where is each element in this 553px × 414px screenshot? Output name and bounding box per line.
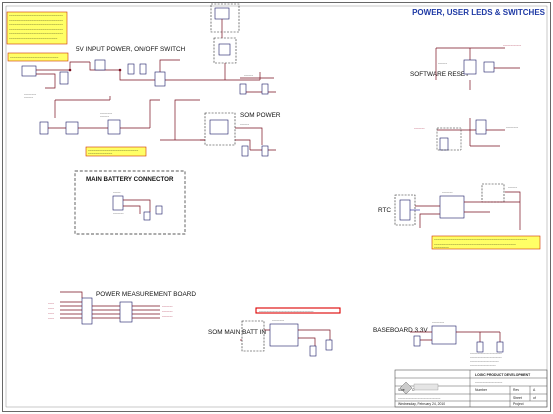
highlight-warning-box: ~~~~~~~~~~~~~~~~~~~~~~~~~~~~~~~~~~~~: [255, 307, 341, 314]
sheet-title: POWER, USER LEDS & SWITCHES: [412, 8, 546, 17]
svg-text:~~~~~~~~~~~~~~~~~~~: ~~~~~~~~~~~~~~~~~~~: [470, 360, 499, 363]
svg-text:~~~~~~~~~~~~~~~~~~~~~~~~~~~~~~: ~~~~~~~~~~~~~~~~~~~~~~~~~~~~~~~~~~~~: [259, 310, 314, 313]
company-name: LOGIC PRODUCT DEVELOPMENT: [475, 373, 531, 377]
svg-text:~~~~~~~: ~~~~~~~: [162, 310, 173, 313]
design-note-rtc: ~~~~~~~~~~~~~~~~~~~~~~~~~~~~~~~~~~~~~~~~…: [431, 235, 541, 250]
svg-text:~~~~~~~~~~~~~~~~~~~~~~~~~~: ~~~~~~~~~~~~~~~~~~~~~~~~~~: [9, 37, 58, 41]
svg-text:~~~~~~~~: ~~~~~~~~: [432, 321, 445, 324]
section-label-software-reset: SOFTWARE RESET: [410, 71, 469, 78]
svg-text:~~~~~~~~~~~~~~~~~: ~~~~~~~~~~~~~~~~~: [470, 364, 496, 367]
date-value: Wednesday, February 24, 2010: [398, 402, 445, 406]
svg-text:~~~~~~~: ~~~~~~~: [113, 212, 124, 215]
svg-text:~~~~~~~~~~~~~~~~~~~~~~~~~~~~~: ~~~~~~~~~~~~~~~~~~~~~~~~~~~~~: [9, 32, 63, 36]
svg-text:~~~~~~~~: ~~~~~~~~: [506, 126, 519, 129]
design-note-input: ~~~~~~~~~~~~~~~~~~~~~~~~~~: [7, 52, 69, 62]
design-note-battery: ~~~~~~~~~~~~~~~~~~~~~~~~~~~ ~~~~~~~~~~~~…: [85, 146, 147, 157]
svg-text:~~~~~~~~: ~~~~~~~~: [272, 319, 285, 322]
svg-text:~~~~: ~~~~: [48, 312, 55, 315]
svg-text:~~~~~~: ~~~~~~: [244, 74, 254, 77]
section-label-baseboard: BASEBOARD 3.3V: [373, 327, 428, 334]
svg-text:~~~~: ~~~~: [48, 317, 55, 320]
section-label-power-measurement: POWER MEASUREMENT BOARD: [96, 291, 196, 298]
svg-text:~~~~~~~: ~~~~~~~: [162, 305, 173, 308]
svg-text:~~~~~~: ~~~~~~: [508, 186, 518, 189]
svg-text:~~~~~~~~~~~~~~~~~~~~~~~~~~~~~: ~~~~~~~~~~~~~~~~~~~~~~~~~~~~~: [9, 19, 63, 23]
sheet-label: Sheet: [513, 396, 522, 400]
section-label-som-power: SOM POWER: [240, 112, 281, 119]
svg-text:~~~~~~~: ~~~~~~~: [162, 315, 173, 318]
design-note-top-left: ~~~~~~~~~~~~~~~~~~~~~~~~~~~~~ ~~~~~~~~~~…: [6, 11, 68, 45]
svg-text:~~~~~~: ~~~~~~: [24, 97, 34, 100]
project-label: Project: [513, 402, 524, 406]
svg-text:~~~~~~~~: ~~~~~~~~: [434, 246, 449, 250]
number-label: Number: [475, 388, 488, 392]
rev-label: Rev: [513, 388, 519, 392]
section-label-rtc: RTC: [378, 207, 391, 214]
size-label: Size: [398, 388, 405, 392]
svg-text:~~~~~~~~~~~~~~~~~~~~~: ~~~~~~~~~~~~~~~~~~~~~: [470, 356, 502, 359]
svg-text:~~~~~~: ~~~~~~: [100, 116, 110, 119]
section-label-main-battery: MAIN BATTERY CONNECTOR: [86, 176, 174, 183]
section-label-som-main-batt: SOM MAIN BATT IN: [208, 329, 266, 336]
svg-text:~~~~~~~~~~~~~~~~~~~~~~~~~~: ~~~~~~~~~~~~~~~~~~~~~~~~~~: [10, 56, 59, 60]
svg-text:~~~~~~~~~~~~~~~~~~~~~~~~~~~~~: ~~~~~~~~~~~~~~~~~~~~~~~~~~~~~: [9, 28, 63, 32]
svg-text:~~~~~~~: ~~~~~~~: [442, 191, 453, 194]
svg-text:~~~~~: ~~~~~: [113, 191, 121, 194]
svg-text:~~~~~~~: ~~~~~~~: [414, 127, 425, 130]
svg-text:~~~~~~~~~~~~~~~~~~~~~: ~~~~~~~~~~~~~~~~~~~~~: [470, 352, 502, 355]
section-label-input-power: 5V INPUT POWER, ON/OFF SWITCH: [76, 46, 186, 53]
of-label: of: [533, 396, 536, 400]
svg-text:~~~~: ~~~~: [48, 307, 55, 310]
svg-text:~~~~: ~~~~: [48, 302, 55, 305]
svg-text:~~~~~~~~~~~~~~~~~~~~~~~~~~~~~: ~~~~~~~~~~~~~~~~~~~~~~~~~~~~~: [9, 23, 63, 27]
svg-text:~~~~~~: ~~~~~~: [240, 123, 250, 126]
svg-text:~~~~~~: ~~~~~~: [438, 62, 448, 65]
svg-text:~~~~~~~~~~~~~: ~~~~~~~~~~~~~: [88, 152, 112, 156]
svg-text:~~~~~~~~~~~~~~~~~~~~~~~~~~~~~: ~~~~~~~~~~~~~~~~~~~~~~~~~~~~~: [9, 14, 63, 18]
svg-text:~~~~~~~~~~~~: ~~~~~~~~~~~~: [503, 44, 522, 47]
svg-text:~~~~~~~~~~~~~~~~~~~~~~~~~~~~: ~~~~~~~~~~~~~~~~~~~~~~~~~~~~: [398, 397, 441, 400]
svg-text:~~~~~~~~~~~~~~~~~~: ~~~~~~~~~~~~~~~~~~: [475, 381, 503, 384]
svg-text:~~~~~~~~~~~~~~~~~~~~~~~~~~~~~~: ~~~~~~~~~~~~~~~~~~~~~~~~~~~~~~~~~~~~~~~~…: [434, 238, 527, 242]
schematic-sheet: POWER, USER LEDS & SWITCHES ~~~~~~~~~~~~…: [2, 2, 551, 412]
